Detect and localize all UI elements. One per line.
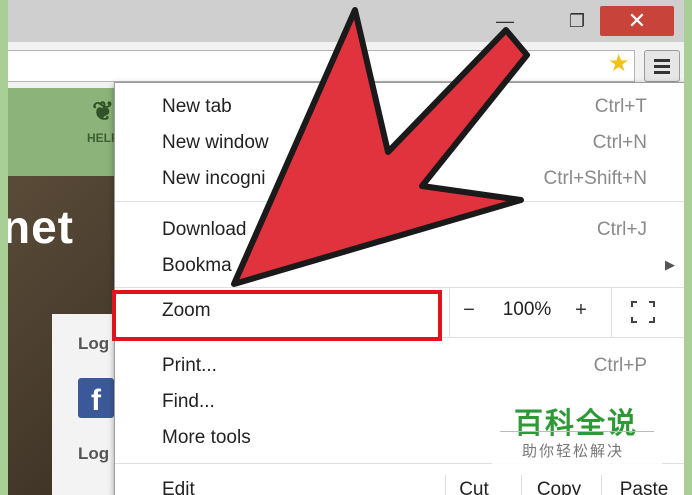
menu-item-label: Print... [162, 355, 217, 376]
edit-row: Edit Cut Copy Paste [115, 475, 684, 495]
watermark-title: 百科全说 [514, 408, 639, 440]
paste-button[interactable]: Paste [601, 475, 684, 495]
menu-item-label: Find... [162, 391, 215, 412]
menu-item-print[interactable]: Print... Ctrl+P [115, 349, 684, 385]
menu-item-label: Bookma [162, 255, 232, 276]
chrome-menu-button[interactable] [644, 50, 680, 82]
submenu-arrow-icon: ▶ [665, 257, 675, 272]
close-button[interactable]: ✕ [600, 6, 674, 36]
zoom-out-button[interactable]: − [457, 299, 481, 322]
menu-item-shortcut: Ctrl+Shift+N [543, 168, 647, 189]
cut-button[interactable]: Cut [445, 475, 502, 495]
watermark-subtitle: 助你轻松解决 [522, 443, 625, 460]
hamburger-icon-line [654, 64, 670, 68]
facebook-login-button[interactable]: f [78, 378, 114, 418]
menu-item-label: Download [162, 219, 247, 240]
login-label: Log [78, 444, 110, 463]
star-icon[interactable]: ★ [608, 52, 630, 76]
hero-title: net [8, 201, 74, 253]
watermark-logo: 百科全说 助你轻松解决 [492, 398, 662, 468]
menu-item-label: New window [162, 132, 269, 153]
menu-item-shortcut: Ctrl+N [592, 132, 647, 153]
menu-separator [115, 201, 684, 202]
zoom-divider [611, 287, 612, 337]
zoom-in-button[interactable]: + [569, 299, 593, 322]
zoom-divider [449, 287, 450, 337]
title-bar: — ❐ ✕ [8, 0, 684, 42]
menu-item-downloads[interactable]: Download Ctrl+J [115, 213, 684, 249]
fullscreen-icon[interactable] [631, 301, 655, 323]
menu-item-label: More tools [162, 427, 251, 448]
menu-item-shortcut: Ctrl+J [596, 219, 647, 240]
login-heading: Log [78, 334, 110, 353]
zoom-level: 100% [502, 299, 552, 320]
hamburger-icon-line [654, 58, 670, 62]
address-bar[interactable] [8, 50, 635, 82]
maximize-button[interactable]: ❐ [560, 6, 594, 36]
watermark-divider [500, 431, 654, 432]
menu-item-label: New tab [162, 96, 232, 117]
minimize-button[interactable]: — [488, 6, 522, 36]
menu-item-new-incognito[interactable]: New incogni Ctrl+Shift+N [115, 162, 684, 198]
menu-item-new-window[interactable]: New window Ctrl+N [115, 126, 684, 162]
menu-item-shortcut: Ctrl+T [594, 96, 647, 117]
menu-item-shortcut: Ctrl+P [593, 355, 647, 376]
hamburger-icon-line [654, 70, 670, 74]
edit-label: Edit [162, 479, 195, 495]
zoom-highlight-box [112, 290, 442, 341]
copy-button[interactable]: Copy [521, 475, 596, 495]
menu-item-new-tab[interactable]: New tab Ctrl+T [115, 90, 684, 126]
menu-item-label: New incogni [162, 168, 266, 189]
menu-item-bookmarks[interactable]: Bookma ▶ [115, 249, 684, 285]
